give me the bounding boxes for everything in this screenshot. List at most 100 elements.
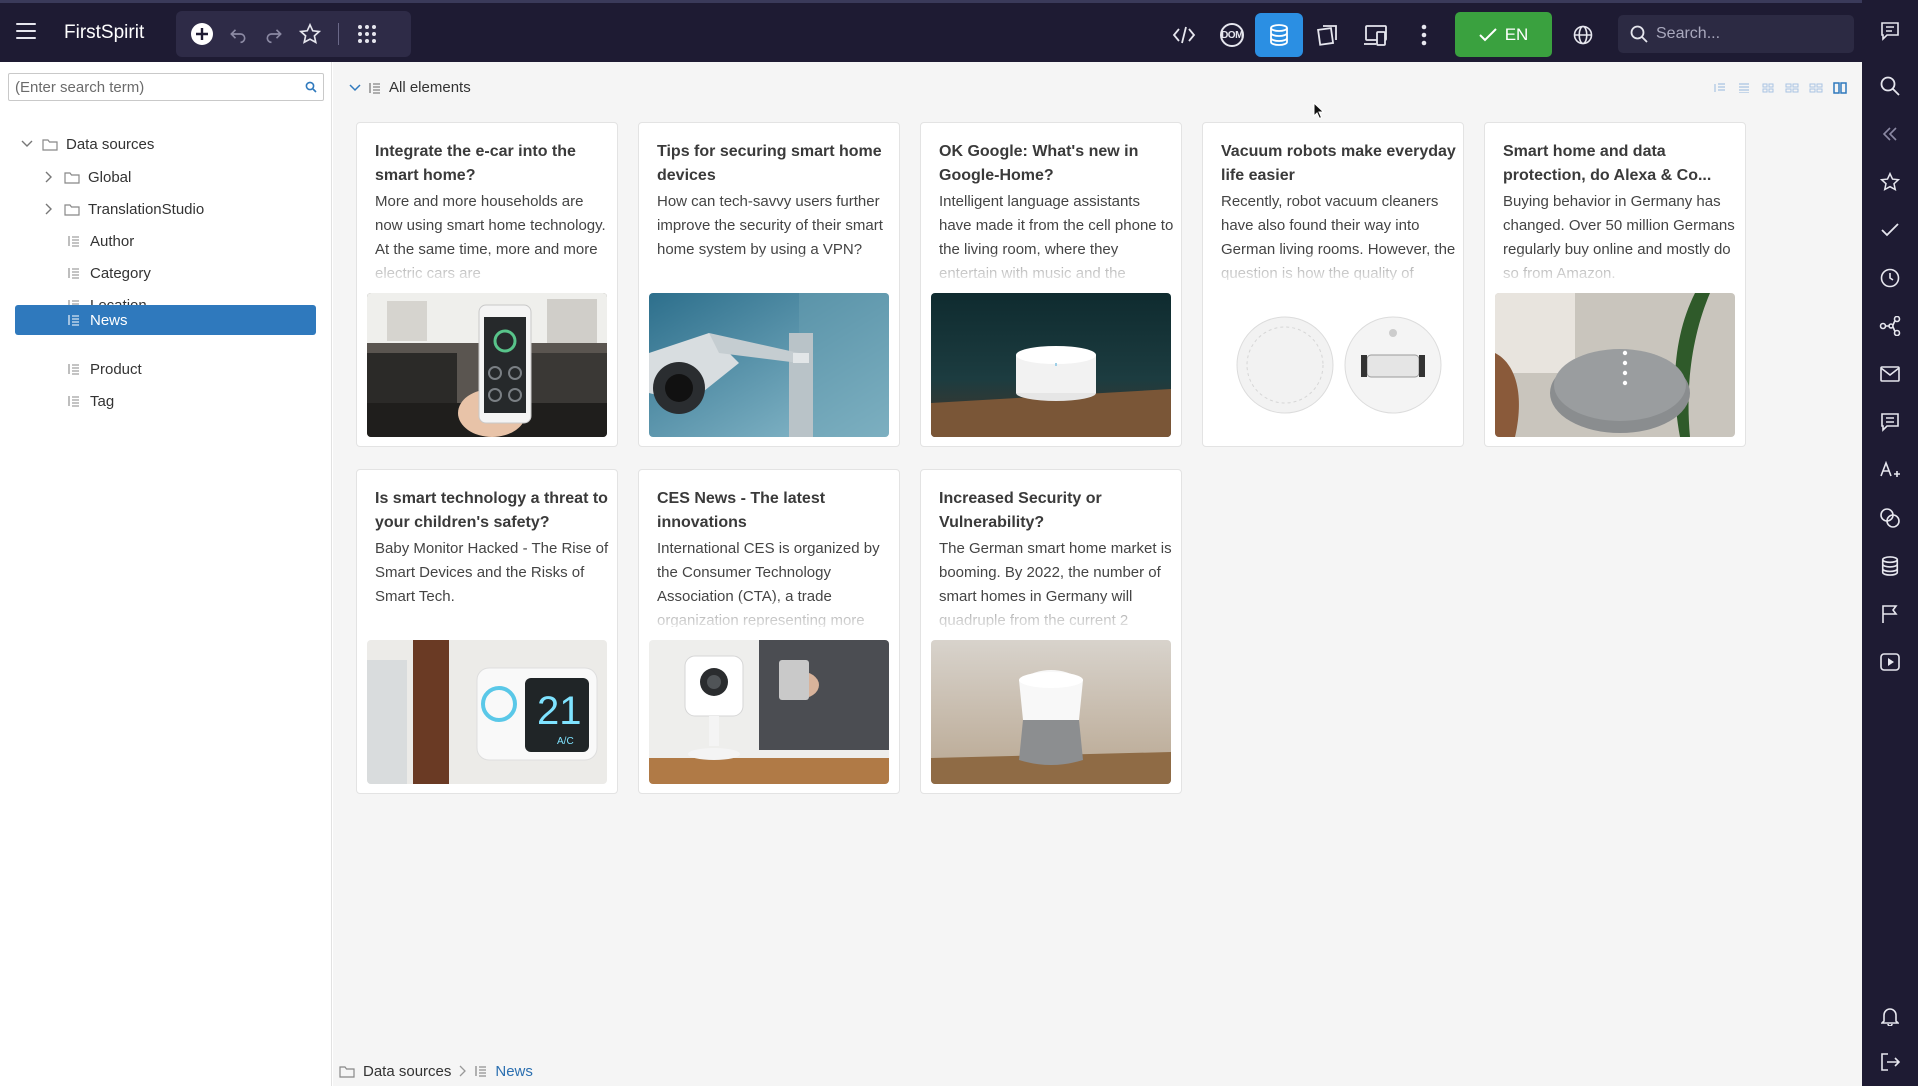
card-teaser: Baby Monitor Hacked - The Rise of Smart … xyxy=(375,537,611,627)
global-search-input[interactable] xyxy=(1656,25,1836,43)
bookmarks-button[interactable] xyxy=(1876,168,1904,196)
news-card[interactable]: OK Google: What's new in Google-Home? In… xyxy=(920,122,1182,447)
more-vertical-icon xyxy=(1421,24,1427,46)
tree-item-label: Data sources xyxy=(66,135,155,153)
plus-circle-icon xyxy=(191,23,213,45)
table-icon xyxy=(66,362,82,376)
translation-button[interactable] xyxy=(1876,456,1904,484)
star-icon xyxy=(1880,172,1900,192)
tree-item-global[interactable]: Global xyxy=(42,162,320,192)
tree-item-label: News xyxy=(90,311,128,329)
bell-icon xyxy=(1881,1008,1899,1026)
add-button[interactable] xyxy=(184,16,220,52)
logout-icon xyxy=(1881,1053,1900,1071)
history-button[interactable] xyxy=(1876,264,1904,292)
card-image-robot-vacuum xyxy=(1213,293,1453,437)
devices-button[interactable] xyxy=(1358,17,1394,53)
view-large-grid-button[interactable] xyxy=(1807,80,1825,96)
breadcrumb-root[interactable]: Data sources xyxy=(363,1063,451,1080)
chevron-right-icon[interactable] xyxy=(42,202,56,216)
notes-button[interactable] xyxy=(1876,408,1904,436)
check-icon xyxy=(1478,27,1497,41)
list-view-icon xyxy=(1714,83,1725,92)
pages-button[interactable] xyxy=(1309,17,1345,53)
card-title: Is smart technology a threat to your chi… xyxy=(375,490,608,531)
language-button[interactable]: EN xyxy=(1455,12,1552,57)
notifications-button[interactable] xyxy=(1876,1002,1904,1030)
comments-button[interactable] xyxy=(1876,17,1904,45)
tasks-button[interactable] xyxy=(1876,216,1904,244)
tree-item-category[interactable]: Category xyxy=(66,258,316,288)
undo-button[interactable] xyxy=(220,16,256,52)
search-icon xyxy=(1630,25,1648,43)
chevron-down-icon[interactable] xyxy=(349,83,361,92)
messages-button[interactable] xyxy=(1876,360,1904,388)
news-card[interactable]: Tips for securing smart home devices How… xyxy=(638,122,900,447)
mail-icon xyxy=(1880,366,1900,382)
apps-button[interactable] xyxy=(349,16,385,52)
view-grid-button[interactable] xyxy=(1783,80,1801,96)
translate-icon xyxy=(1880,460,1900,477)
news-card[interactable]: Is smart technology a threat to your chi… xyxy=(356,469,618,794)
rows-view-icon xyxy=(1739,83,1749,93)
release-button[interactable] xyxy=(1876,600,1904,628)
dom-icon: DOM xyxy=(1220,23,1244,47)
more-options-button[interactable] xyxy=(1406,17,1442,53)
pages-icon xyxy=(1317,25,1337,46)
media-button[interactable] xyxy=(1876,648,1904,676)
table-icon xyxy=(66,394,82,408)
chevron-right-icon[interactable] xyxy=(42,170,56,184)
search-icon[interactable] xyxy=(305,81,317,93)
collapse-button[interactable] xyxy=(1876,120,1904,148)
right-rail xyxy=(1862,0,1918,1086)
redo-button[interactable] xyxy=(256,16,292,52)
table-icon xyxy=(66,266,82,280)
globe-button[interactable] xyxy=(1565,17,1601,53)
card-image-google-home-mini xyxy=(1495,293,1735,437)
view-small-grid-button[interactable] xyxy=(1759,80,1777,96)
global-search[interactable] xyxy=(1618,15,1854,53)
thermostat-reading: 21 xyxy=(537,689,582,733)
news-card[interactable]: Increased Security or Vulnerability? The… xyxy=(920,469,1182,794)
tree-item-product[interactable]: Product xyxy=(66,354,316,384)
folder-icon xyxy=(64,202,80,216)
code-button[interactable] xyxy=(1166,17,1202,53)
tree-item-tag[interactable]: Tag xyxy=(66,386,316,416)
news-card[interactable]: Smart home and data protection, do Alexa… xyxy=(1484,122,1746,447)
card-title: Increased Security or Vulnerability? xyxy=(939,490,1102,531)
menu-icon[interactable] xyxy=(16,23,36,39)
all-elements-toggle[interactable]: All elements xyxy=(349,79,471,96)
news-card[interactable]: Integrate the e-car into the smart home?… xyxy=(356,122,618,447)
flag-icon xyxy=(1882,605,1898,623)
folder-icon xyxy=(64,170,80,184)
database-button[interactable] xyxy=(1876,552,1904,580)
dom-button[interactable]: DOM xyxy=(1214,17,1250,53)
workflow-button[interactable] xyxy=(1876,312,1904,340)
globe-icon xyxy=(1573,25,1593,45)
logout-button[interactable] xyxy=(1876,1048,1904,1076)
view-rows-button[interactable] xyxy=(1735,80,1753,96)
tree-item-author[interactable]: Author xyxy=(66,226,316,256)
view-cards-button[interactable] xyxy=(1831,80,1849,96)
chat-icon xyxy=(1881,22,1899,41)
card-image-security-camera xyxy=(649,293,889,437)
grid-view-icon xyxy=(1785,83,1799,93)
chevron-right-icon xyxy=(459,1065,467,1077)
breadcrumb-current[interactable]: News xyxy=(495,1063,533,1080)
chevron-down-icon[interactable] xyxy=(20,137,34,151)
view-list-button[interactable] xyxy=(1711,80,1729,96)
tree-item-translationstudio[interactable]: TranslationStudio xyxy=(42,194,320,224)
tree-item-news[interactable]: News xyxy=(15,305,316,335)
news-card[interactable]: CES News - The latest innovations Intern… xyxy=(638,469,900,794)
card-image-thermostat: 21 A/C xyxy=(367,640,607,784)
data-sources-button[interactable] xyxy=(1255,13,1303,57)
tree-item-data-sources[interactable]: Data sources xyxy=(20,129,320,159)
tree-search-input[interactable] xyxy=(15,78,295,96)
integrations-button[interactable] xyxy=(1876,504,1904,532)
favorite-button[interactable] xyxy=(292,16,328,52)
search-icon xyxy=(1880,76,1900,96)
tree-search[interactable] xyxy=(8,73,324,101)
news-card[interactable]: Vacuum robots make everyday life easier … xyxy=(1202,122,1464,447)
rail-search-button[interactable] xyxy=(1876,72,1904,100)
devices-icon xyxy=(1364,25,1387,46)
